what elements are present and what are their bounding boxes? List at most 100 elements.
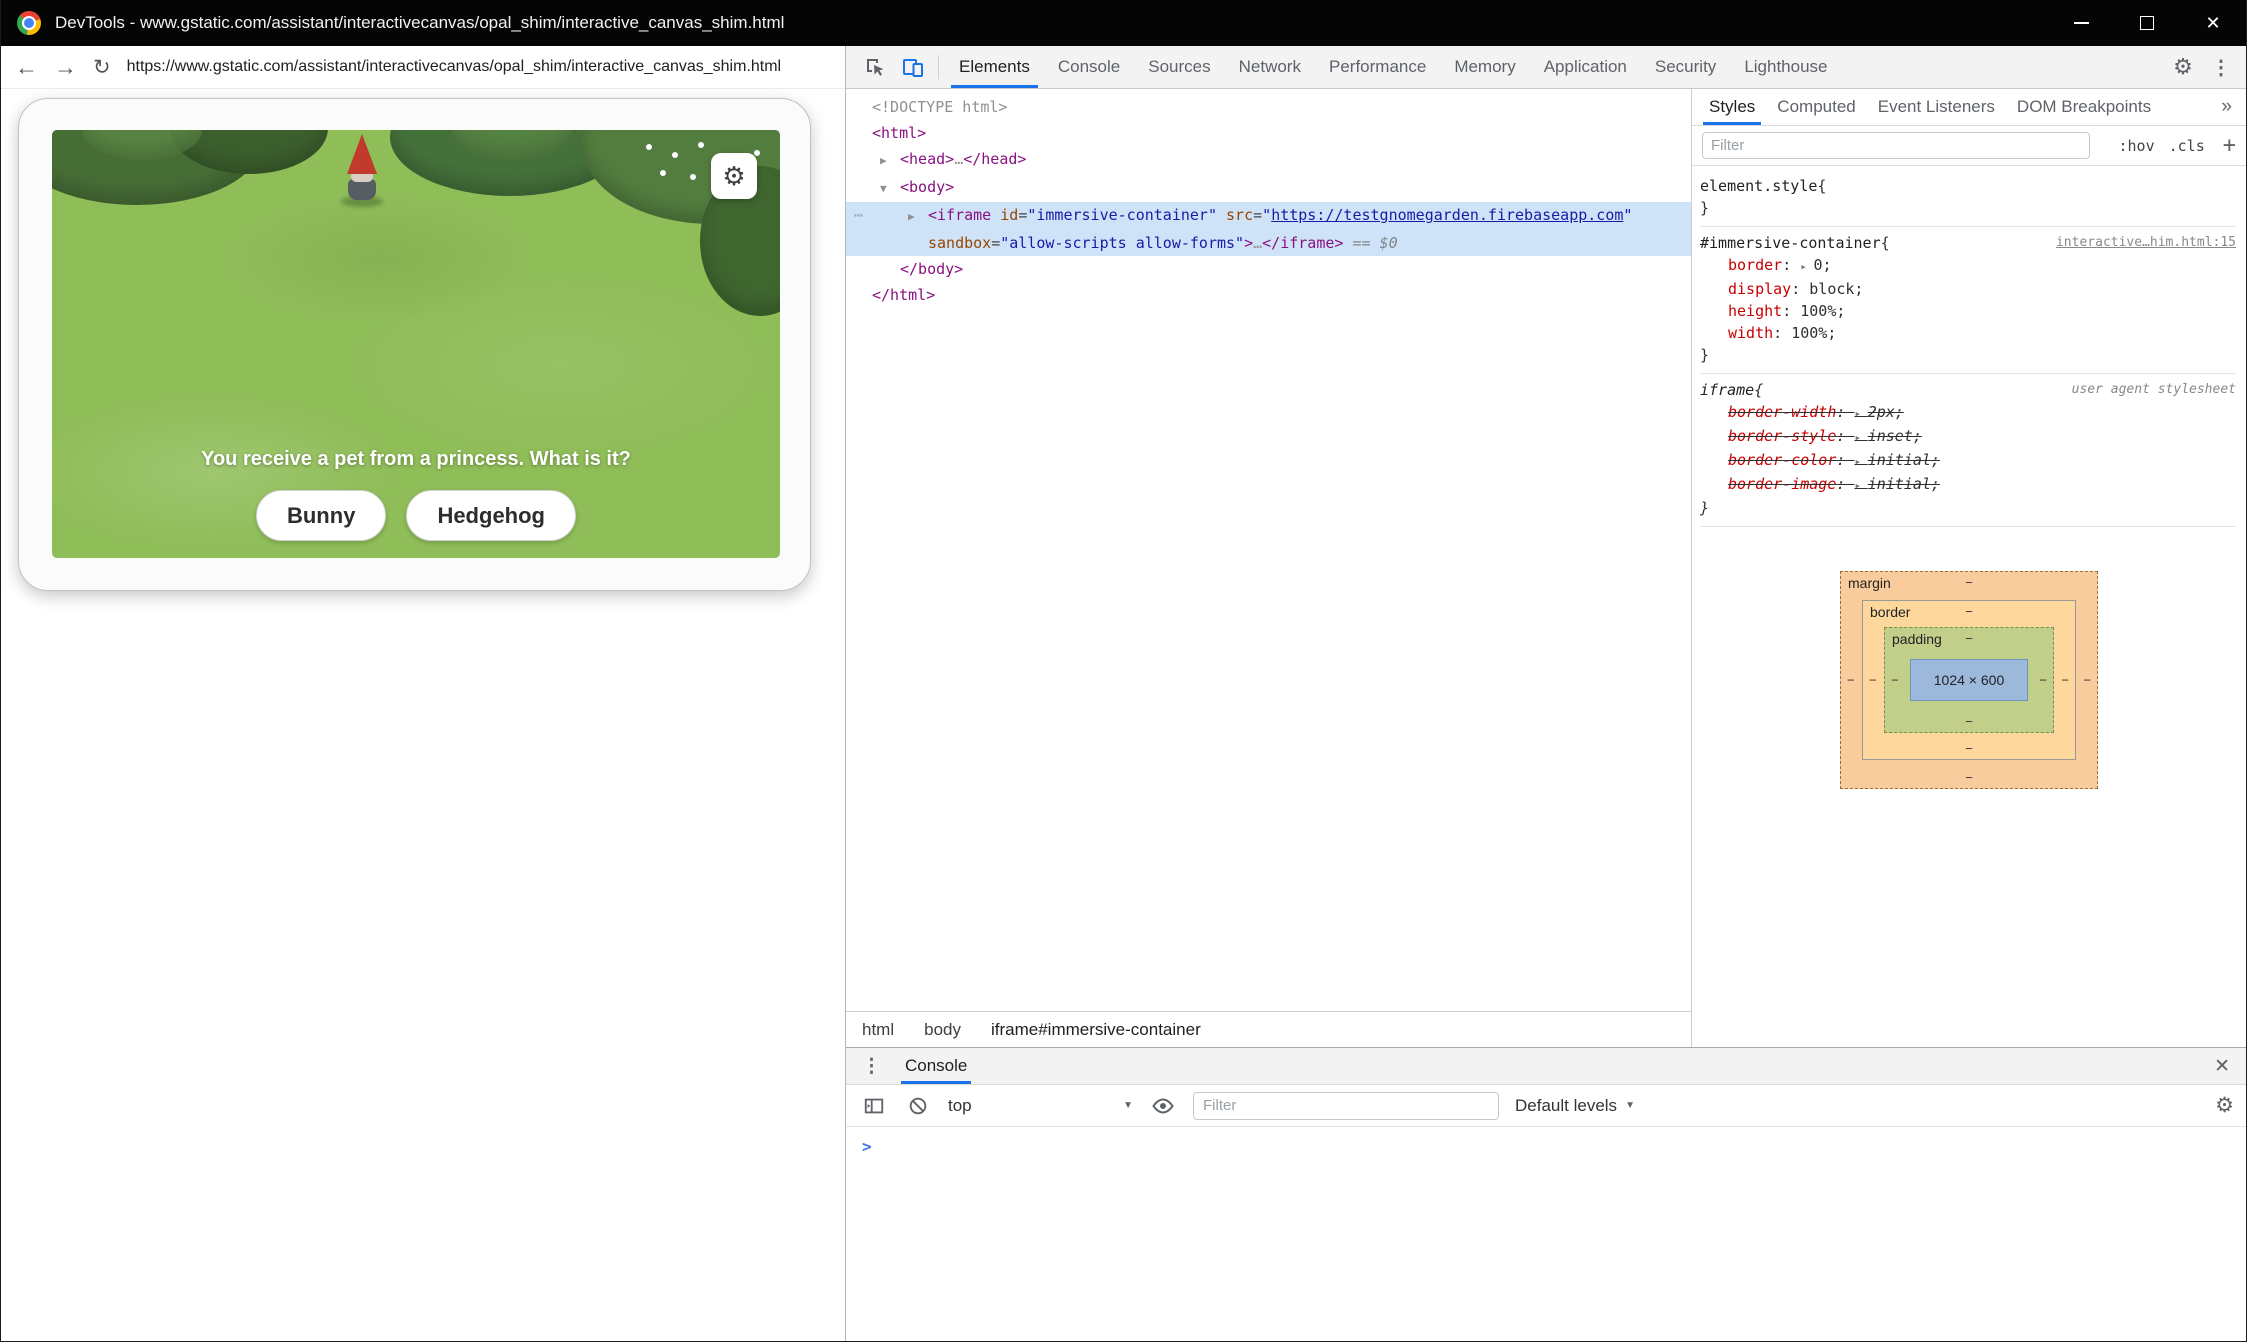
- css-property-value[interactable]: 100%;: [1800, 302, 1845, 320]
- css-property-value[interactable]: 2px;: [1868, 403, 1904, 421]
- devtools-menu-button[interactable]: ⋮: [2202, 48, 2240, 86]
- inspect-button[interactable]: [856, 48, 894, 86]
- dom-tree-node[interactable]: ⋯▶<iframe id="immersive-container" src="…: [846, 202, 1691, 230]
- expand-property-icon[interactable]: ▸: [1854, 479, 1867, 492]
- css-property-value[interactable]: initial;: [1868, 451, 1940, 469]
- more-tabs-icon[interactable]: »: [2215, 96, 2238, 118]
- breadcrumb-item-html[interactable]: html: [862, 1020, 894, 1040]
- close-button[interactable]: ✕: [2180, 0, 2246, 46]
- breadcrumb-item-iframe[interactable]: iframe#immersive-container: [991, 1020, 1201, 1040]
- css-property-line[interactable]: display: block;: [1700, 278, 2236, 300]
- live-expression-button[interactable]: [1149, 1092, 1177, 1120]
- margin-right-value[interactable]: −: [2083, 673, 2091, 688]
- devtools-tab-lighthouse[interactable]: Lighthouse: [1730, 46, 1841, 88]
- reload-button[interactable]: ↻: [93, 57, 111, 78]
- toggle-element-state-button[interactable]: :hov: [2119, 137, 2155, 155]
- css-selector[interactable]: #immersive-container: [1700, 232, 1881, 254]
- css-property-name[interactable]: border-style: [1728, 427, 1836, 445]
- padding-bottom-value[interactable]: −: [1965, 714, 1973, 729]
- css-property-name[interactable]: border-image: [1728, 475, 1836, 493]
- css-property-name[interactable]: width: [1728, 324, 1773, 342]
- hedgehog-button[interactable]: Hedgehog: [406, 490, 576, 541]
- dom-tree-node[interactable]: <!DOCTYPE html>: [846, 94, 1691, 120]
- css-selector[interactable]: element.style: [1700, 175, 1817, 197]
- collapsed-arrow-icon[interactable]: ▶: [880, 148, 900, 174]
- devtools-settings-button[interactable]: ⚙: [2164, 48, 2202, 86]
- stylesheet-source-link[interactable]: interactive…him.html:15: [2046, 232, 2236, 254]
- css-property-value[interactable]: 0;: [1814, 256, 1832, 274]
- styles-tab-dom-breakpoints[interactable]: DOM Breakpoints: [2006, 89, 2162, 125]
- dom-tree-node[interactable]: sandbox="allow-scripts allow-forms">…</i…: [846, 230, 1691, 256]
- expand-property-icon[interactable]: ▸: [1854, 455, 1867, 468]
- styles-tab-computed[interactable]: Computed: [1766, 89, 1866, 125]
- devtools-tab-elements[interactable]: Elements: [945, 46, 1044, 88]
- border-bottom-value[interactable]: −: [1965, 741, 1973, 756]
- border-left-value[interactable]: −: [1869, 673, 1877, 688]
- breadcrumb-item-body[interactable]: body: [924, 1020, 961, 1040]
- css-property-line[interactable]: width: 100%;: [1700, 322, 2236, 344]
- devtools-tab-performance[interactable]: Performance: [1315, 46, 1440, 88]
- css-property-line[interactable]: border-color: ▸ initial;: [1700, 449, 2236, 473]
- border-top-value[interactable]: −: [1965, 604, 1973, 619]
- console-tab[interactable]: Console: [901, 1048, 971, 1084]
- minimize-button[interactable]: [2048, 0, 2114, 46]
- css-property-value[interactable]: inset;: [1868, 427, 1922, 445]
- padding-right-value[interactable]: −: [2039, 673, 2047, 688]
- css-property-line[interactable]: height: 100%;: [1700, 300, 2236, 322]
- console-settings-button[interactable]: ⚙: [2215, 1093, 2234, 1118]
- css-property-value[interactable]: initial;: [1868, 475, 1940, 493]
- attribute-link[interactable]: https://testgnomegarden.firebaseapp.com: [1271, 206, 1623, 224]
- css-property-line[interactable]: border-width: ▸ 2px;: [1700, 401, 2236, 425]
- context-selector[interactable]: top ▼: [948, 1096, 1133, 1116]
- dom-tree-node[interactable]: <html>: [846, 120, 1691, 146]
- css-property-name[interactable]: border-width: [1728, 403, 1836, 421]
- css-property-line[interactable]: border-style: ▸ inset;: [1700, 425, 2236, 449]
- expanded-arrow-icon[interactable]: ▼: [880, 176, 900, 202]
- device-toolbar-button[interactable]: [894, 48, 932, 86]
- margin-bottom-value[interactable]: −: [1965, 770, 1973, 785]
- padding-left-value[interactable]: −: [1891, 673, 1899, 688]
- node-menu-dots-icon[interactable]: ⋯: [854, 202, 864, 228]
- forward-button[interactable]: →: [54, 56, 77, 79]
- margin-left-value[interactable]: −: [1847, 673, 1855, 688]
- dom-tree-node[interactable]: ▶<head>…</head>: [846, 146, 1691, 174]
- expand-property-icon[interactable]: ▸: [1854, 407, 1867, 420]
- css-selector[interactable]: iframe: [1700, 379, 1754, 401]
- devtools-tab-sources[interactable]: Sources: [1134, 46, 1224, 88]
- address-url[interactable]: https://www.gstatic.com/assistant/intera…: [127, 58, 831, 76]
- devtools-tab-security[interactable]: Security: [1641, 46, 1730, 88]
- dom-tree-node[interactable]: ▼<body>: [846, 174, 1691, 202]
- drawer-close-button[interactable]: ✕: [2210, 1051, 2234, 1082]
- styles-tab-event-listeners[interactable]: Event Listeners: [1867, 89, 2006, 125]
- margin-top-value[interactable]: −: [1965, 575, 1973, 590]
- css-property-value[interactable]: 100%;: [1791, 324, 1836, 342]
- styles-tab-styles[interactable]: Styles: [1698, 89, 1766, 125]
- css-property-name[interactable]: border-color: [1728, 451, 1836, 469]
- console-filter-input[interactable]: [1193, 1092, 1499, 1120]
- expand-property-icon[interactable]: ▸: [1854, 431, 1867, 444]
- game-settings-button[interactable]: ⚙: [711, 153, 757, 199]
- css-property-line[interactable]: border: ▸ 0;: [1700, 254, 2236, 278]
- devtools-tab-memory[interactable]: Memory: [1440, 46, 1529, 88]
- console-prompt[interactable]: >: [862, 1137, 872, 1156]
- css-property-name[interactable]: height: [1728, 302, 1782, 320]
- css-property-name[interactable]: display: [1728, 280, 1791, 298]
- border-right-value[interactable]: −: [2061, 673, 2069, 688]
- console-sidebar-button[interactable]: [860, 1092, 888, 1120]
- dom-tree-node[interactable]: </body>: [846, 256, 1691, 282]
- back-button[interactable]: ←: [15, 56, 38, 79]
- devtools-tab-console[interactable]: Console: [1044, 46, 1134, 88]
- dom-tree-node[interactable]: </html>: [846, 282, 1691, 308]
- maximize-button[interactable]: [2114, 0, 2180, 46]
- element-classes-button[interactable]: .cls: [2169, 137, 2205, 155]
- css-property-line[interactable]: border-image: ▸ initial;: [1700, 473, 2236, 497]
- devtools-tab-network[interactable]: Network: [1225, 46, 1315, 88]
- css-property-name[interactable]: border: [1728, 256, 1782, 274]
- devtools-tab-application[interactable]: Application: [1530, 46, 1641, 88]
- bunny-button[interactable]: Bunny: [256, 490, 386, 541]
- collapsed-arrow-icon[interactable]: ▶: [908, 204, 928, 230]
- styles-filter-input[interactable]: [1702, 132, 2090, 159]
- expand-property-icon[interactable]: ▸: [1800, 260, 1813, 273]
- clear-console-button[interactable]: [904, 1092, 932, 1120]
- drawer-menu-button[interactable]: ⋮: [862, 1055, 881, 1078]
